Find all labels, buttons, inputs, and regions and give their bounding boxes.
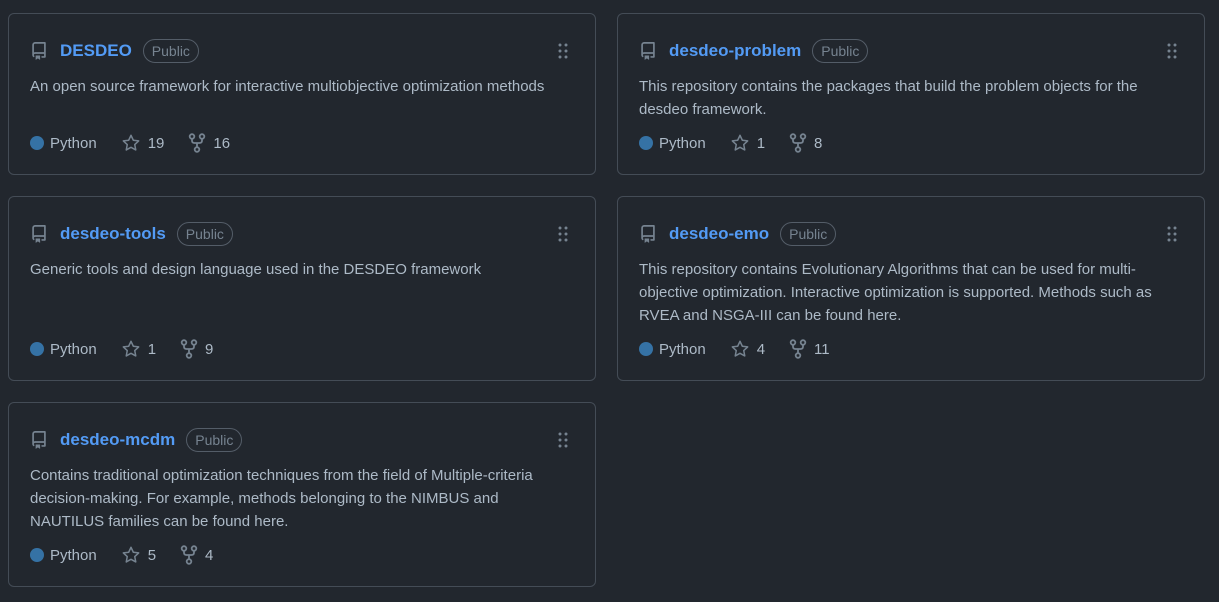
language-name: Python (50, 340, 97, 358)
visibility-badge: Public (812, 39, 869, 63)
star-count: 5 (147, 546, 157, 564)
visibility-badge: Public (176, 222, 233, 246)
forks-link[interactable]: 8 (789, 133, 822, 153)
repo-card-header: desdeo-tools Public (30, 221, 575, 247)
repo-icon (641, 225, 655, 243)
star-icon (122, 546, 140, 563)
fork-count: 4 (205, 546, 214, 564)
repo-icon (641, 42, 655, 60)
fork-count: 11 (814, 340, 830, 358)
fork-icon (180, 339, 198, 359)
repo-icon (32, 431, 46, 449)
star-icon (731, 340, 749, 357)
language-color-dot (30, 548, 44, 562)
repo-icon (32, 42, 46, 60)
forks-link[interactable]: 16 (188, 133, 230, 153)
language-color-dot (639, 136, 653, 150)
forks-link[interactable]: 9 (180, 339, 213, 359)
star-count: 1 (147, 340, 157, 358)
drag-handle-icon[interactable] (558, 432, 568, 448)
repo-card: desdeo-emo Public This repository contai… (617, 196, 1205, 381)
repo-name-link[interactable]: DESDEO (60, 41, 132, 61)
language-name: Python (50, 134, 97, 152)
repo-name-link[interactable]: desdeo-problem (669, 41, 801, 61)
drag-handle-icon[interactable] (558, 226, 568, 242)
drag-handle-icon[interactable] (1167, 43, 1177, 59)
language-color-dot (30, 136, 44, 150)
repo-description: Contains traditional optimization techni… (30, 467, 533, 530)
repo-meta: Python 5 4 (30, 545, 237, 565)
stars-link[interactable]: 1 (730, 133, 765, 153)
repo-card-header: desdeo-problem Public (639, 38, 1184, 64)
star-count: 4 (756, 340, 766, 358)
stars-link[interactable]: 5 (121, 545, 156, 565)
star-count: 1 (756, 134, 766, 152)
repo-name-link[interactable]: desdeo-tools (60, 224, 166, 244)
repo-description: This repository contains Evolutionary Al… (639, 261, 1152, 324)
repo-card-header: DESDEO Public (30, 38, 575, 64)
repo-description: This repository contains the packages th… (639, 78, 1138, 118)
repo-card-header: desdeo-emo Public (639, 221, 1184, 247)
visibility-badge: Public (142, 39, 199, 63)
star-count: 19 (147, 134, 165, 152)
repo-name-link[interactable]: desdeo-mcdm (60, 430, 175, 450)
fork-icon (189, 133, 206, 153)
fork-icon (789, 133, 807, 153)
repo-card: desdeo-problem Public This repository co… (617, 13, 1205, 175)
star-icon (122, 134, 140, 151)
fork-count: 16 (213, 134, 231, 152)
language-name: Python (659, 340, 706, 358)
star-icon (122, 340, 140, 357)
language-name: Python (659, 134, 706, 152)
forks-link[interactable]: 4 (180, 545, 213, 565)
stars-link[interactable]: 1 (121, 339, 156, 359)
fork-count: 8 (814, 134, 823, 152)
repo-meta: Python 19 16 (30, 133, 254, 153)
forks-link[interactable]: 11 (789, 339, 830, 359)
drag-handle-icon[interactable] (1167, 226, 1177, 242)
fork-count: 9 (205, 340, 214, 358)
repo-meta: Python 1 8 (639, 133, 846, 153)
language-color-dot (639, 342, 653, 356)
repo-card-header: desdeo-mcdm Public (30, 427, 575, 453)
visibility-badge: Public (780, 222, 837, 246)
repo-card: desdeo-mcdm Public Contains traditional … (8, 402, 596, 587)
language-color-dot (30, 342, 44, 356)
repo-name-link[interactable]: desdeo-emo (669, 224, 769, 244)
repo-icon (32, 225, 46, 243)
repo-description: Generic tools and design language used i… (30, 261, 482, 278)
stars-link[interactable]: 19 (121, 133, 165, 153)
stars-link[interactable]: 4 (730, 339, 765, 359)
language-name: Python (50, 546, 97, 564)
repo-meta: Python 4 11 (639, 339, 854, 359)
repo-meta: Python 1 9 (30, 339, 237, 359)
fork-icon (180, 545, 198, 565)
star-icon (731, 134, 749, 151)
repo-card: desdeo-tools Public Generic tools and de… (8, 196, 596, 381)
repo-description: An open source framework for interactive… (30, 78, 545, 95)
visibility-badge: Public (186, 428, 243, 452)
repo-card: DESDEO Public An open source framework f… (8, 13, 596, 175)
fork-icon (789, 339, 807, 359)
drag-handle-icon[interactable] (558, 43, 568, 59)
